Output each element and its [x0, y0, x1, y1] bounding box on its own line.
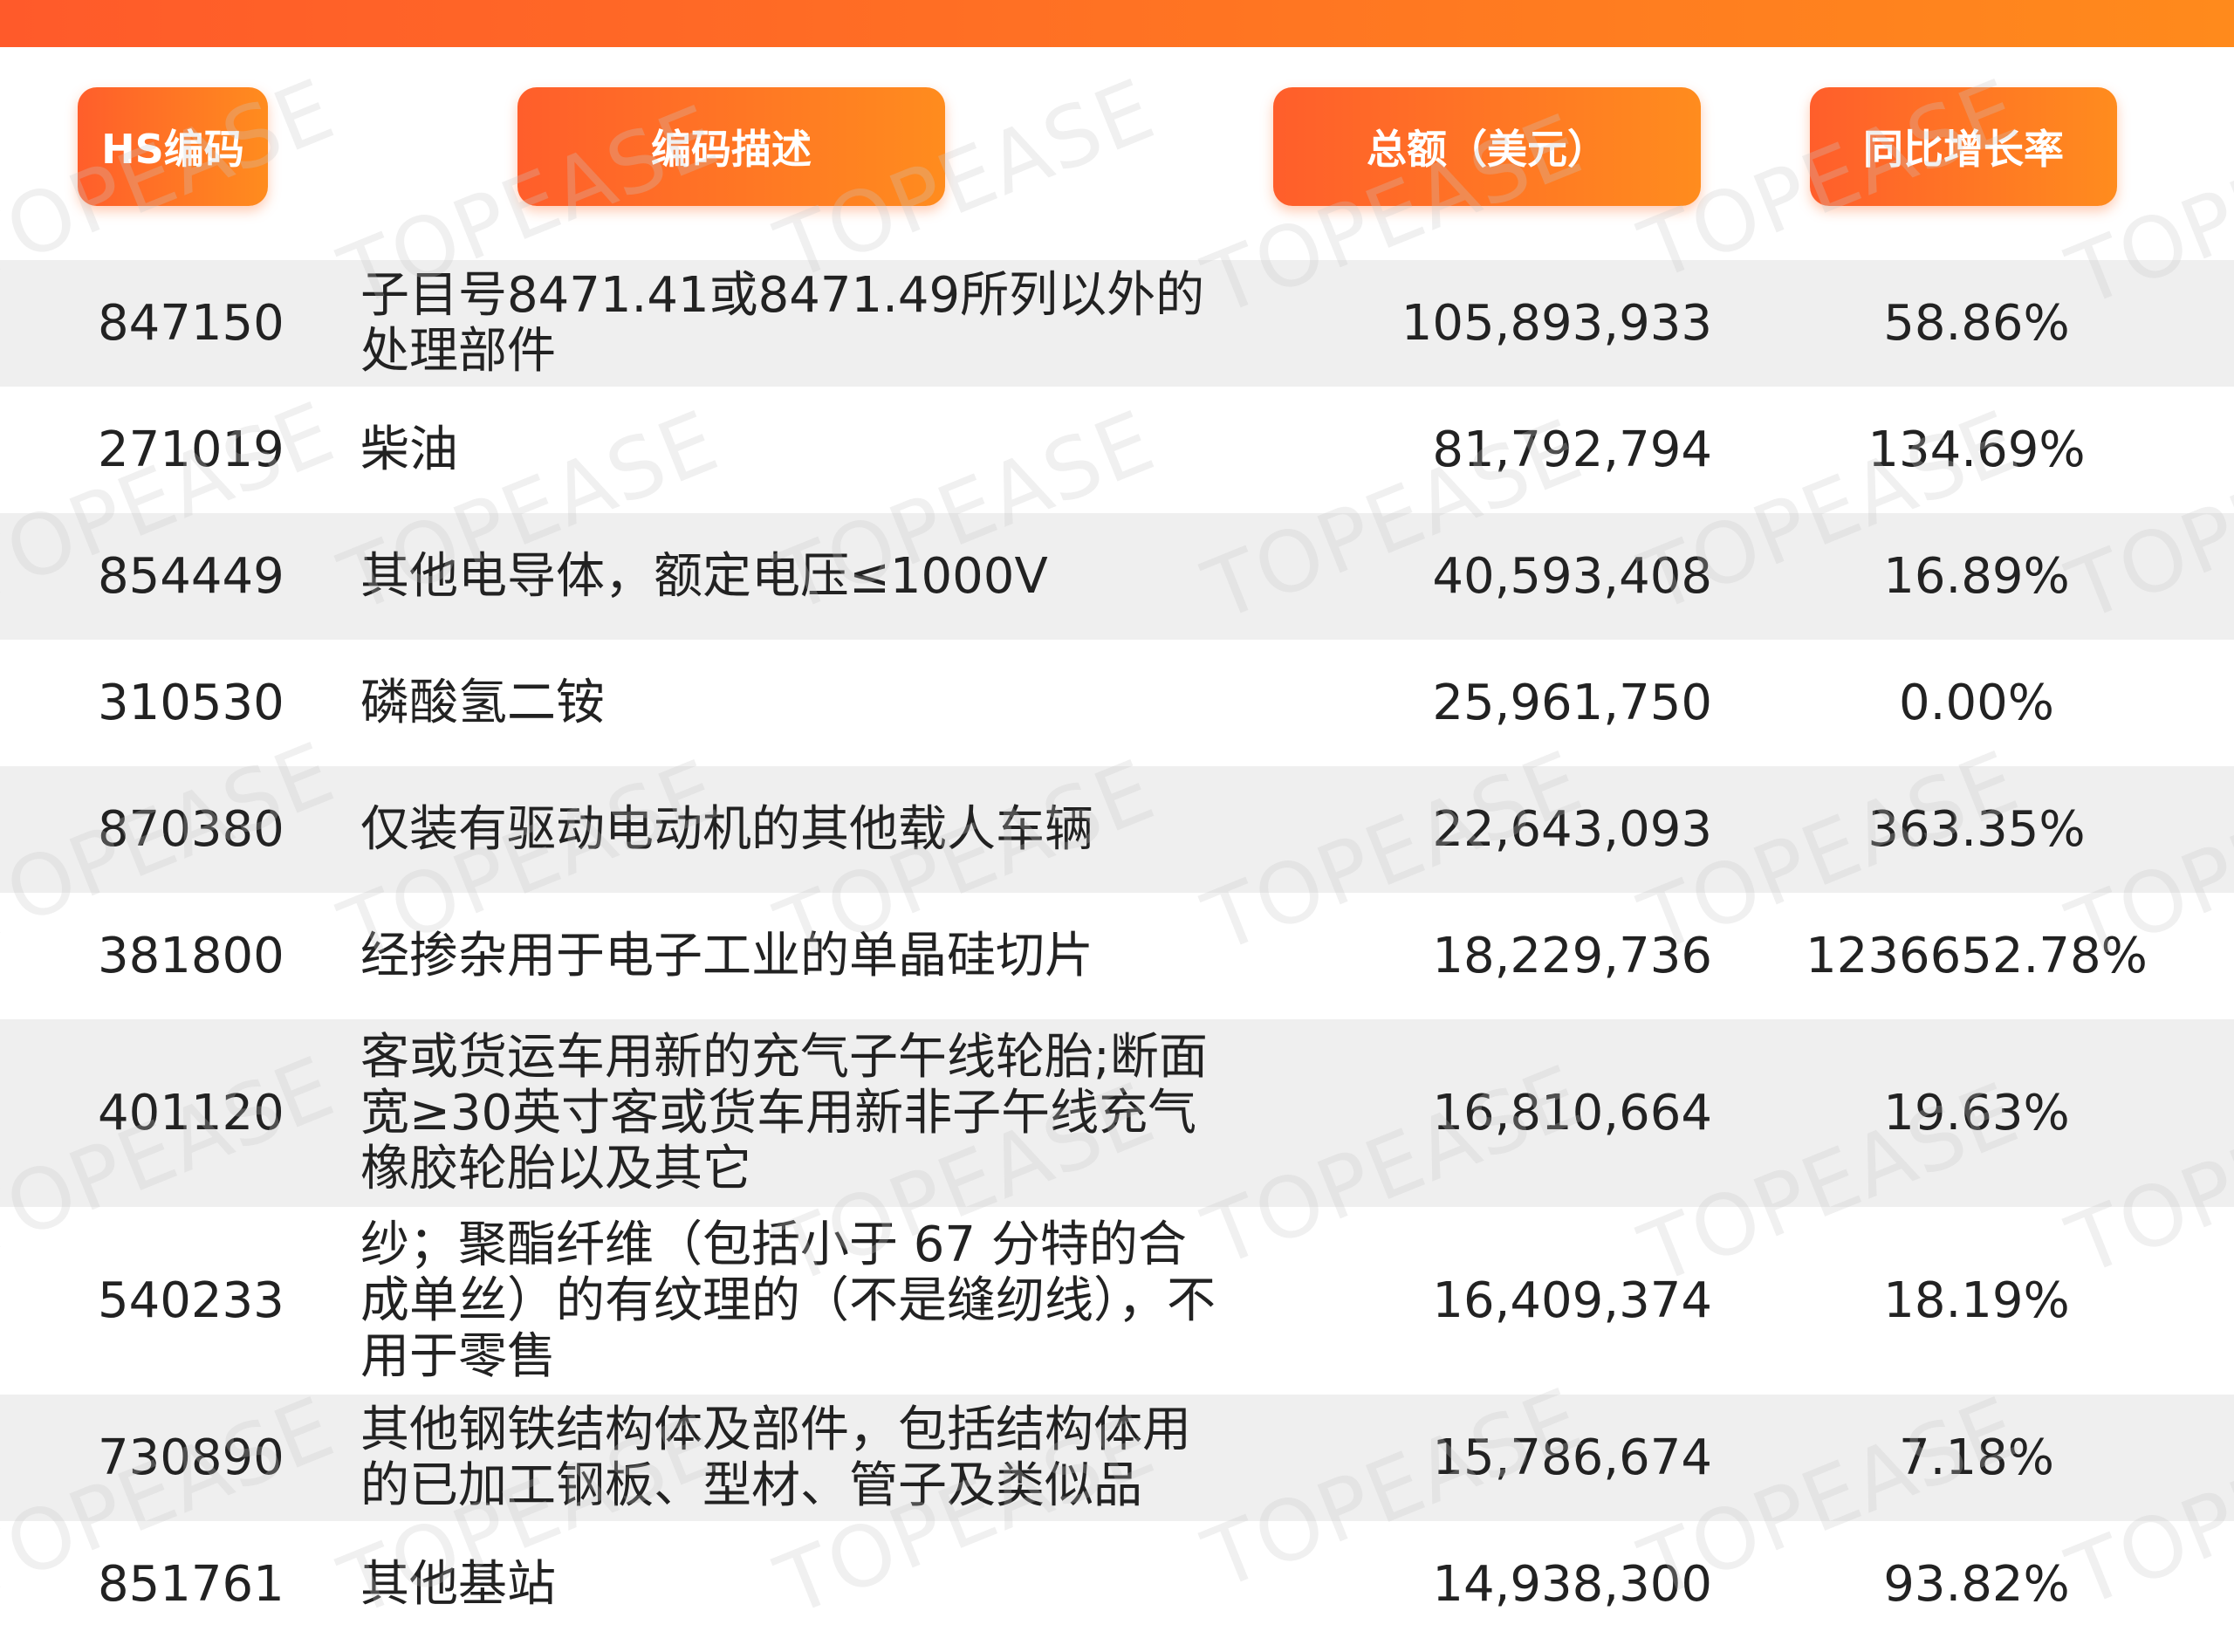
total-cell: 25,961,750	[1432, 675, 1712, 731]
table-row: 310530 磷酸氢二铵 25,961,750 0.00%	[0, 640, 2234, 766]
table-row: 851761 其他基站 14,938,300 93.82%	[0, 1521, 2234, 1648]
hs-code-cell: 401120	[98, 1085, 284, 1141]
growth-cell: 1236652.78%	[1806, 928, 2148, 984]
table-row: 401120 客或货运车用新的充气子午线轮胎;断面宽≥30英寸客或货车用新非子午…	[0, 1019, 2234, 1207]
growth-cell: 16.89%	[1883, 548, 2070, 605]
description-cell: 其他电导体，额定电压≤1000V	[360, 547, 1048, 605]
header-yoy-growth: 同比增长率	[1810, 87, 2117, 206]
description-cell: 其他钢铁结构体及部件，包括结构体用的已加工钢板、型材、管子及类似品	[360, 1401, 1191, 1514]
hs-code-cell: 851761	[98, 1556, 284, 1613]
description-cell: 客或货运车用新的充气子午线轮胎;断面宽≥30英寸客或货车用新非子午线充气橡胶轮胎…	[360, 1028, 1208, 1197]
hs-code-cell: 381800	[98, 928, 284, 984]
description-cell: 仅装有驱动电动机的其他载人车辆	[360, 800, 1093, 858]
header-description: 编码描述	[517, 87, 945, 206]
description-cell: 柴油	[360, 421, 458, 478]
total-cell: 14,938,300	[1432, 1556, 1712, 1613]
hs-code-cell: 310530	[98, 675, 284, 731]
table-row: 847150 子目号8471.41或8471.49所列以外的处理部件 105,8…	[0, 260, 2234, 387]
description-cell: 其他基站	[360, 1555, 556, 1613]
growth-cell: 18.19%	[1883, 1272, 2070, 1329]
description-cell: 子目号8471.41或8471.49所列以外的处理部件	[360, 266, 1205, 380]
growth-cell: 363.35%	[1867, 801, 2086, 858]
hs-code-cell: 854449	[98, 548, 284, 605]
table-row: 381800 经掺杂用于电子工业的单晶硅切片 18,229,736 123665…	[0, 893, 2234, 1019]
table-row: 870380 仅装有驱动电动机的其他载人车辆 22,643,093 363.35…	[0, 766, 2234, 893]
hs-code-cell: 540233	[98, 1272, 284, 1329]
growth-cell: 19.63%	[1883, 1085, 2070, 1141]
top-accent-bar	[0, 0, 2234, 47]
total-cell: 81,792,794	[1432, 422, 1712, 478]
total-cell: 16,810,664	[1432, 1085, 1712, 1141]
table-row: 540233 纱；聚酯纤维（包括小于 67 分特的合成单丝）的有纹理的（不是缝纫…	[0, 1207, 2234, 1395]
header-total-usd: 总额（美元）	[1273, 87, 1701, 206]
description-cell: 纱；聚酯纤维（包括小于 67 分特的合成单丝）的有纹理的（不是缝纫线），不用于零…	[360, 1216, 1216, 1385]
header-hs-code: HS编码	[78, 87, 268, 206]
description-cell: 磷酸氢二铵	[360, 674, 605, 731]
total-cell: 18,229,736	[1432, 928, 1712, 984]
growth-cell: 58.86%	[1883, 295, 2070, 352]
growth-cell: 134.69%	[1867, 422, 2086, 478]
hs-code-cell: 271019	[98, 422, 284, 478]
total-cell: 15,786,674	[1432, 1429, 1712, 1486]
total-cell: 40,593,408	[1432, 548, 1712, 605]
growth-cell: 7.18%	[1899, 1429, 2054, 1486]
hs-code-cell: 847150	[98, 295, 284, 352]
table-header: HS编码 编码描述 总额（美元） 同比增长率	[0, 47, 2234, 260]
table-row: 271019 柴油 81,792,794 134.69%	[0, 387, 2234, 513]
hs-code-cell: 870380	[98, 801, 284, 858]
growth-cell: 0.00%	[1899, 675, 2054, 731]
total-cell: 16,409,374	[1432, 1272, 1712, 1329]
total-cell: 22,643,093	[1432, 801, 1712, 858]
table-row: 730890 其他钢铁结构体及部件，包括结构体用的已加工钢板、型材、管子及类似品…	[0, 1395, 2234, 1521]
growth-cell: 93.82%	[1883, 1556, 2070, 1613]
description-cell: 经掺杂用于电子工业的单晶硅切片	[360, 927, 1093, 984]
hs-code-cell: 730890	[98, 1429, 284, 1486]
table-body: 847150 子目号8471.41或8471.49所列以外的处理部件 105,8…	[0, 260, 2234, 1648]
table-row: 854449 其他电导体，额定电压≤1000V 40,593,408 16.89…	[0, 513, 2234, 640]
total-cell: 105,893,933	[1401, 295, 1712, 352]
